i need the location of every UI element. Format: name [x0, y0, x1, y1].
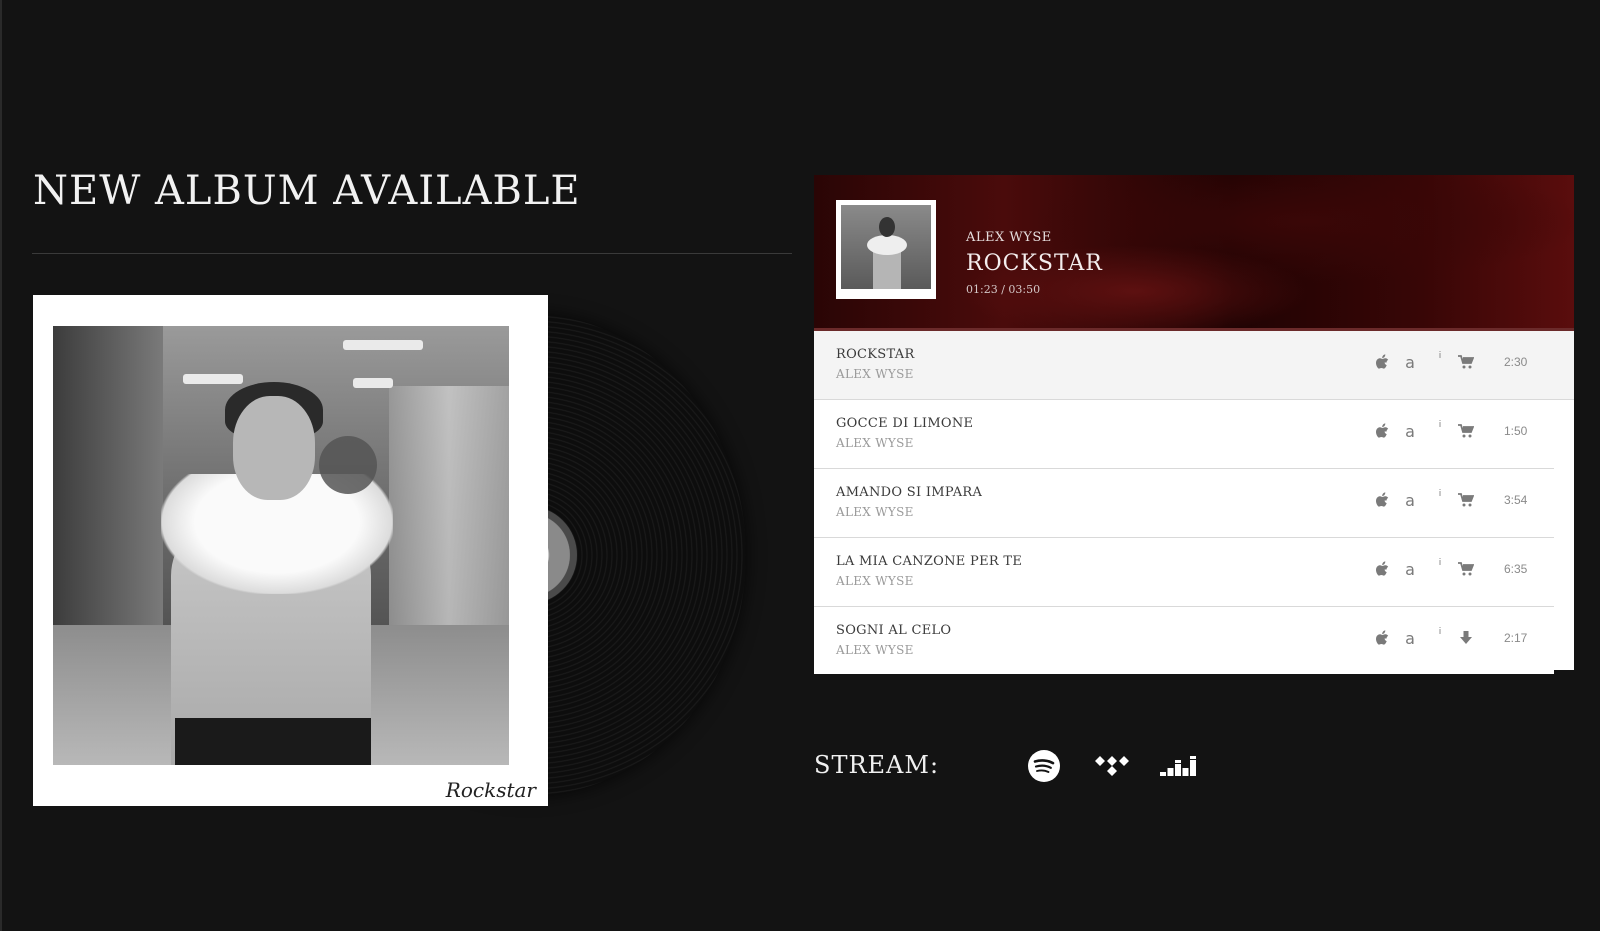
cover-signature: Rockstar — [445, 778, 536, 802]
track-artist: ALEX WYSE — [836, 574, 914, 588]
track-artist: ALEX WYSE — [836, 643, 914, 657]
track-title: AMANDO SI IMPARA — [836, 485, 983, 500]
cart-icon[interactable] — [1456, 489, 1476, 511]
apple-icon[interactable] — [1372, 627, 1392, 649]
track-title: ROCKSTAR — [836, 347, 915, 362]
apple-icon[interactable] — [1372, 558, 1392, 580]
track-row[interactable]: SOGNI AL CELO ALEX WYSE a i 2:17 — [814, 607, 1554, 674]
album-player: ALEX WYSE ROCKSTAR 01:23 / 03:50 ROCKSTA… — [814, 175, 1574, 674]
track-row[interactable]: AMANDO SI IMPARA ALEX WYSE a i 3:54 — [814, 469, 1554, 538]
apple-icon[interactable] — [1372, 351, 1392, 373]
amazon-icon[interactable]: a — [1400, 558, 1420, 580]
now-playing-title: ROCKSTAR — [966, 251, 1103, 276]
track-row[interactable]: ROCKSTAR ALEX WYSE a i 2:30 — [814, 331, 1574, 400]
spotify-icon[interactable] — [1026, 748, 1062, 784]
info-icon[interactable]: i — [1430, 558, 1450, 580]
cart-icon[interactable] — [1456, 558, 1476, 580]
track-title: GOCCE DI LIMONE — [836, 416, 974, 431]
info-icon[interactable]: i — [1430, 351, 1450, 373]
album-cover[interactable]: Rockstar — [33, 295, 548, 806]
tidal-icon[interactable] — [1094, 748, 1130, 784]
track-title: LA MIA CANZONE PER TE — [836, 554, 1023, 569]
play-hover-dot[interactable] — [319, 436, 377, 494]
album-cover-photo — [53, 326, 509, 765]
track-title: SOGNI AL CELO — [836, 623, 952, 638]
deezer-icon[interactable] — [1160, 748, 1196, 784]
track-row[interactable]: LA MIA CANZONE PER TE ALEX WYSE a i 6:35 — [814, 538, 1554, 607]
track-duration: 3:54 — [1504, 493, 1528, 507]
now-playing-thumbnail — [836, 200, 936, 299]
player-header: ALEX WYSE ROCKSTAR 01:23 / 03:50 — [814, 175, 1574, 330]
headline-divider — [32, 253, 792, 254]
left-edge-line — [0, 0, 2, 931]
info-icon[interactable]: i — [1430, 627, 1450, 649]
track-duration: 2:17 — [1504, 631, 1528, 645]
info-icon[interactable]: i — [1430, 420, 1450, 442]
amazon-icon[interactable]: a — [1400, 351, 1420, 373]
apple-icon[interactable] — [1372, 420, 1392, 442]
track-row[interactable]: GOCCE DI LIMONE ALEX WYSE a i 1:50 — [814, 400, 1554, 469]
cart-icon[interactable] — [1456, 351, 1476, 373]
track-list: ROCKSTAR ALEX WYSE a i 2:30 GOCCE DI LIM… — [814, 331, 1574, 674]
cart-icon[interactable] — [1456, 420, 1476, 442]
download-icon[interactable] — [1456, 627, 1476, 649]
track-duration: 2:30 — [1504, 355, 1528, 369]
track-duration: 1:50 — [1504, 424, 1528, 438]
now-playing-artist: ALEX WYSE — [966, 230, 1052, 245]
now-playing-time: 01:23 / 03:50 — [966, 283, 1041, 296]
info-icon[interactable]: i — [1430, 489, 1450, 511]
track-artist: ALEX WYSE — [836, 436, 914, 450]
amazon-icon[interactable]: a — [1400, 489, 1420, 511]
amazon-icon[interactable]: a — [1400, 420, 1420, 442]
track-duration: 6:35 — [1504, 562, 1528, 576]
page-headline: NEW ALBUM AVAILABLE — [33, 168, 581, 214]
apple-icon[interactable] — [1372, 489, 1392, 511]
track-artist: ALEX WYSE — [836, 367, 914, 381]
stream-label: STREAM: — [814, 751, 940, 779]
amazon-icon[interactable]: a — [1400, 627, 1420, 649]
track-artist: ALEX WYSE — [836, 505, 914, 519]
